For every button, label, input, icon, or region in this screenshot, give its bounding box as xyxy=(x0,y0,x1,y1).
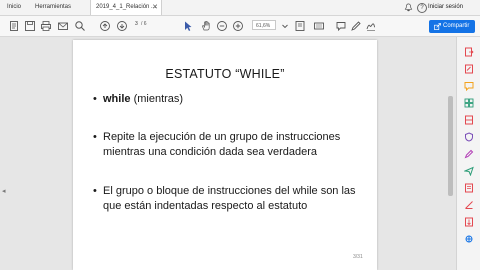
export-pdf-icon[interactable] xyxy=(464,47,474,57)
send-icon[interactable] xyxy=(464,166,474,176)
zoom-in-icon[interactable] xyxy=(232,20,244,32)
share-button[interactable]: Compartir xyxy=(429,20,475,33)
close-icon[interactable]: ✕ xyxy=(152,0,158,15)
tab-document[interactable]: 2019_4_1_Relación ... ✕ xyxy=(90,0,162,15)
more-tools-icon[interactable] xyxy=(464,183,474,193)
bullet-marker: • xyxy=(93,93,97,105)
edit-pdf-icon[interactable] xyxy=(464,64,474,74)
hand-tool-icon[interactable] xyxy=(200,20,212,32)
share-label: Compartir xyxy=(443,23,470,29)
sign-in-link[interactable]: Iniciar sesión xyxy=(428,0,463,15)
protect-icon[interactable] xyxy=(464,132,474,142)
fit-page-icon[interactable] xyxy=(294,20,306,32)
share-icon xyxy=(434,23,441,30)
bullet-text: (mientras) xyxy=(130,93,184,105)
save-icon[interactable] xyxy=(24,20,36,32)
print-icon[interactable] xyxy=(40,20,52,32)
organize-pages-icon[interactable] xyxy=(464,98,474,108)
search-icon[interactable] xyxy=(74,20,86,32)
redact-icon[interactable] xyxy=(464,200,474,210)
slide-page-number: 3/31 xyxy=(353,254,363,260)
page-total: / 6 xyxy=(141,21,147,27)
bullet-text: El grupo o bloque de instrucciones del w… xyxy=(103,185,356,212)
tab-bar: Inicio Herramientas 2019_4_1_Relación ..… xyxy=(0,0,480,16)
chevron-down-icon[interactable] xyxy=(279,20,291,32)
select-cursor-icon[interactable] xyxy=(182,20,194,32)
vertical-scrollbar[interactable] xyxy=(447,50,454,270)
highlight-pen-icon[interactable] xyxy=(350,20,362,32)
tab-document-label: 2019_4_1_Relación ... xyxy=(96,4,157,10)
toolbar: 3 / 6 61,6% Compartir xyxy=(0,16,480,37)
comment-icon[interactable] xyxy=(464,81,474,91)
bullet-text: Repite la ejecución de un grupo de instr… xyxy=(103,131,341,158)
scrollbar-thumb[interactable] xyxy=(448,96,453,196)
slide-title: ESTATUTO “WHILE” xyxy=(165,67,285,81)
next-page-icon[interactable] xyxy=(116,20,128,32)
create-pdf-icon[interactable] xyxy=(8,20,20,32)
bullet-marker: • xyxy=(93,131,97,143)
tab-home[interactable]: Inicio xyxy=(2,0,26,15)
keyboard-scroll-icon[interactable] xyxy=(313,20,325,32)
comment-icon[interactable] xyxy=(335,20,347,32)
zoom-out-icon[interactable] xyxy=(216,20,228,32)
email-icon[interactable] xyxy=(57,20,69,32)
scan-icon[interactable] xyxy=(464,115,474,125)
tab-tools[interactable]: Herramientas xyxy=(30,0,76,15)
tab-tools-label: Herramientas xyxy=(35,4,72,10)
bullet-keyword: while xyxy=(103,93,131,105)
tab-home-label: Inicio xyxy=(7,4,22,10)
pdf-page: ESTATUTO “WHILE” • while (mientras) • Re… xyxy=(73,40,377,270)
left-panel-toggle-icon[interactable]: ◂ xyxy=(2,187,6,195)
right-tools-panel xyxy=(456,37,480,270)
sign-icon[interactable] xyxy=(365,20,377,32)
help-icon[interactable]: ? xyxy=(417,3,427,13)
bell-icon[interactable] xyxy=(404,3,413,12)
compress-icon[interactable] xyxy=(464,217,474,227)
page-number-field[interactable]: 3 xyxy=(135,21,138,27)
fill-sign-icon[interactable] xyxy=(464,149,474,159)
previous-page-icon[interactable] xyxy=(99,20,111,32)
bullet-marker: • xyxy=(93,185,97,197)
print-production-icon[interactable] xyxy=(464,234,474,244)
zoom-field[interactable]: 61,6% xyxy=(252,20,276,30)
